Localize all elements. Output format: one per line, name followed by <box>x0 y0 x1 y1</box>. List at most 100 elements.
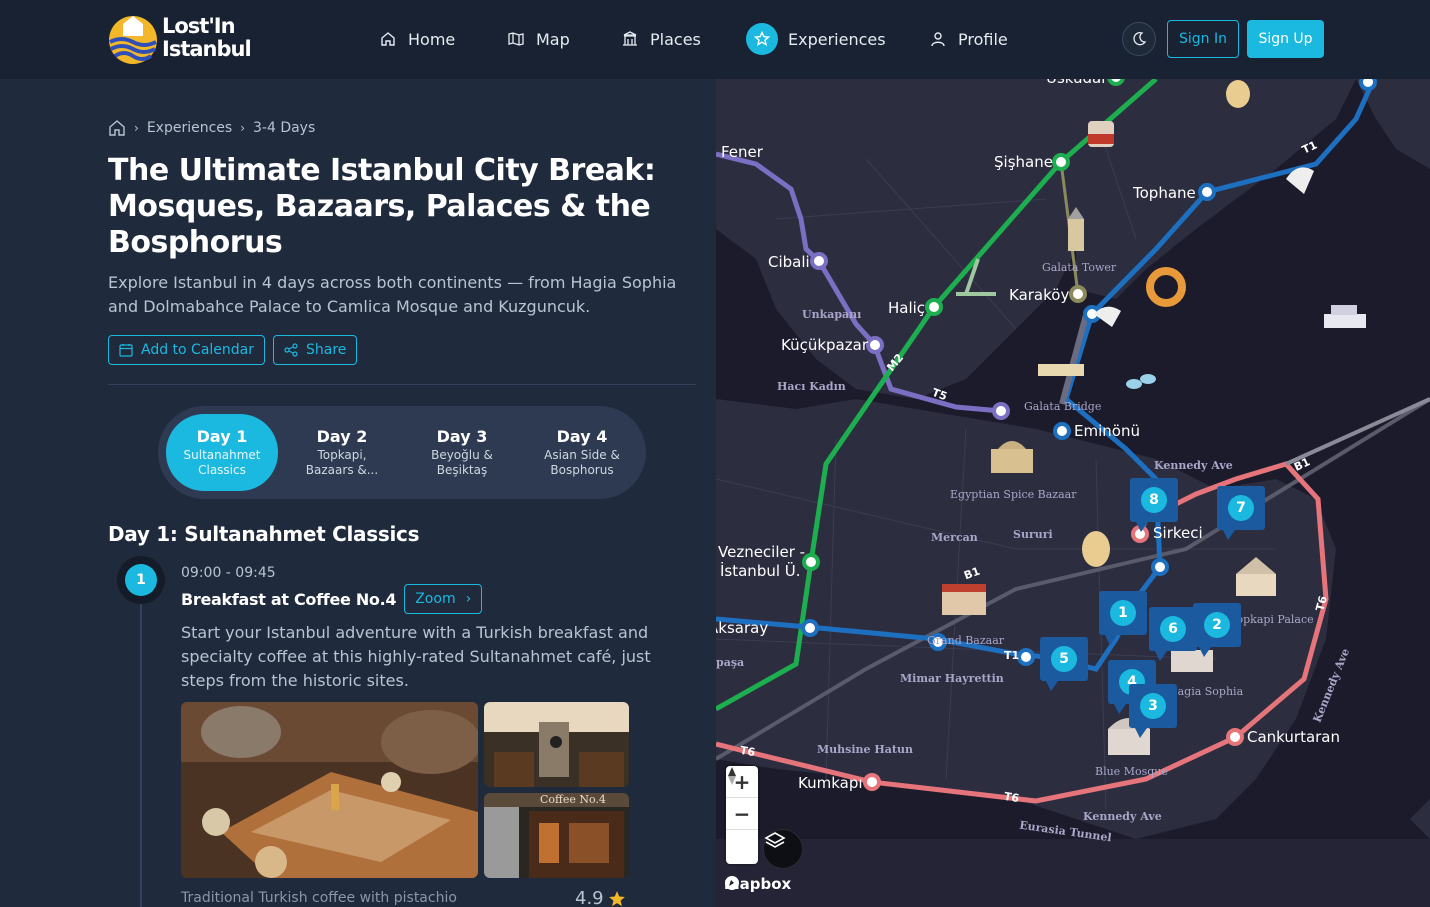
map-marker-number: 8 <box>1141 487 1167 513</box>
map-label-cankurtaran: Cankurtaran <box>1247 728 1341 746</box>
tab-day-2-sub: Topkapi, Bazaars &... <box>305 448 379 477</box>
map-place-haci-kadin: Hacı Kadın <box>777 380 846 393</box>
share-icon <box>284 343 298 357</box>
step-photo-main[interactable] <box>181 702 478 878</box>
map-marker-number: 6 <box>1160 616 1186 642</box>
map-marker-6[interactable]: 6 <box>1149 607 1197 661</box>
map-marker-2[interactable]: 2 <box>1193 603 1241 657</box>
nav-profile[interactable]: Profile <box>928 22 1008 56</box>
building-icon <box>620 29 640 49</box>
map-icon <box>506 29 526 49</box>
section-divider <box>108 384 696 385</box>
add-to-calendar-label: Add to Calendar <box>141 342 255 358</box>
nav-experiences-label: Experiences <box>788 29 886 49</box>
star-icon <box>746 23 778 55</box>
zoom-out-button[interactable]: − <box>726 798 758 830</box>
tab-day-1-label: Day 1 <box>196 427 248 446</box>
add-to-calendar-button[interactable]: Add to Calendar <box>108 335 266 365</box>
map-zoom-controls: + − <box>726 766 758 864</box>
map-label-tophane: Tophane <box>1133 184 1196 202</box>
map-marker-8[interactable]: 8 <box>1130 478 1178 532</box>
mapbox-attribution[interactable]: mapbox <box>724 875 791 893</box>
map-place-kennedy-ave-south: Kennedy Ave <box>1083 810 1162 823</box>
tab-day-3-sub: Beyoğlu & Beşiktaş <box>431 448 493 477</box>
tab-day-2[interactable]: Day 2 Topkapi, Bazaars &... <box>286 414 398 491</box>
map-label-cibali: Cibali <box>768 253 810 271</box>
map-label-eminonu: Eminönü <box>1074 422 1140 440</box>
map-marker-5[interactable]: 5 <box>1040 637 1088 691</box>
tab-day-1[interactable]: Day 1 Sultanahmet Classics <box>166 414 278 491</box>
map-marker-1[interactable]: 1 <box>1099 591 1147 645</box>
nav-places[interactable]: Places <box>620 22 701 56</box>
line-badge-t1-south: T1 <box>1004 649 1020 662</box>
map-place-spice-bazaar: Egyptian Spice Bazaar <box>950 488 1077 501</box>
step-photo-interior[interactable] <box>484 702 629 787</box>
day-heading: Day 1: Sultanahmet Classics <box>108 522 420 546</box>
tab-day-1-sub: Sultanahmet Classics <box>183 448 261 477</box>
page-subtitle: Explore Istanbul in 4 days across both c… <box>108 273 677 316</box>
map-layers-button[interactable] <box>763 829 803 869</box>
line-badge-t6-south: T6 <box>1002 789 1021 806</box>
map-marker-number: 1 <box>1110 600 1136 626</box>
sign-up-button[interactable]: Sign Up <box>1247 20 1324 58</box>
map-label-kucukpazar: Küçükpazar <box>781 336 868 354</box>
tab-day-4-label: Day 4 <box>556 427 608 446</box>
tab-day-3-label: Day 3 <box>436 427 488 446</box>
map-place-mercan: Mercan <box>931 531 978 544</box>
timeline-line <box>140 599 142 907</box>
step-time: 09:00 - 09:45 <box>181 565 276 581</box>
breadcrumb-experiences[interactable]: Experiences <box>147 120 232 136</box>
map-marker-7[interactable]: 7 <box>1217 486 1265 540</box>
nav-experiences[interactable]: Experiences <box>746 22 886 56</box>
step-photo-storefront[interactable]: Coffee No.4 <box>484 793 629 878</box>
tab-day-4-sub: Asian Side & Bosphorus <box>544 448 620 477</box>
nav-map-label: Map <box>536 29 570 49</box>
calendar-icon <box>119 344 133 357</box>
map-label-fener: Fener <box>721 143 763 161</box>
map-place-galata-bridge: Galata Bridge <box>1024 400 1102 413</box>
step-header: Breakfast at Coffee No.4 Zoom › <box>181 584 483 614</box>
map-place-topkapi: Topkapi Palace <box>1230 613 1314 626</box>
layers-icon <box>764 832 786 848</box>
nav-profile-label: Profile <box>958 29 1008 49</box>
step-rating: 4.9 <box>575 888 626 907</box>
map-label-istanbul-u: İstanbul Ü. <box>720 562 801 580</box>
map-marker-number: 3 <box>1140 693 1166 719</box>
home-icon[interactable] <box>108 119 126 137</box>
step-number-badge: 1 <box>117 556 165 604</box>
itinerary-map[interactable]: Üsküdar Fener Şişhane Tophane Cibali Kar… <box>716 79 1430 907</box>
map-place-galata-tower: Galata Tower <box>1042 261 1117 274</box>
nav-home[interactable]: Home <box>378 22 455 56</box>
map-label-kumkapi: Kumkapı <box>798 774 863 792</box>
line-badge-t6-west: T6 <box>738 743 757 760</box>
home-icon <box>378 29 398 49</box>
mapbox-logo-icon <box>725 876 739 890</box>
map-marker-number: 5 <box>1051 646 1077 672</box>
map-marker-3[interactable]: 3 <box>1129 684 1177 738</box>
top-navbar: Lost'In Istanbul Home Map Places Experie… <box>0 0 1430 79</box>
breadcrumb-current[interactable]: 3-4 Days <box>253 120 315 136</box>
step-number: 1 <box>125 564 157 596</box>
map-place-sururi: Sururi <box>1013 528 1053 541</box>
action-buttons: Add to Calendar Share <box>108 335 358 365</box>
nav-map[interactable]: Map <box>506 22 570 56</box>
breadcrumb-chevron-icon: › <box>240 121 245 135</box>
zoom-button[interactable]: Zoom › <box>404 584 483 614</box>
day-tabs: Day 1 Sultanahmet Classics Day 2 Topkapi… <box>158 406 646 499</box>
map-label-halic: Haliç <box>888 299 926 317</box>
itinerary-panel: › Experiences › 3-4 Days The Ultimate Is… <box>0 79 716 907</box>
share-button[interactable]: Share <box>273 335 358 365</box>
tab-day-2-label: Day 2 <box>316 427 368 446</box>
tab-day-3[interactable]: Day 3 Beyoğlu & Beşiktaş <box>406 414 518 491</box>
map-place-unkapani: Unkapanı <box>802 308 862 321</box>
theme-toggle-button[interactable] <box>1122 22 1156 56</box>
compass-button[interactable] <box>726 767 758 862</box>
map-label-karakoy: Karaköy <box>1009 286 1070 304</box>
breadcrumb-chevron-icon: › <box>134 121 139 135</box>
breadcrumb: › Experiences › 3-4 Days <box>108 119 315 137</box>
sign-in-button[interactable]: Sign In <box>1167 20 1239 58</box>
share-label: Share <box>306 342 347 358</box>
tab-day-4[interactable]: Day 4 Asian Side & Bosphorus <box>526 414 638 491</box>
storefront-sign-text: Coffee No.4 <box>540 793 606 806</box>
map-marker-number: 2 <box>1204 612 1230 638</box>
